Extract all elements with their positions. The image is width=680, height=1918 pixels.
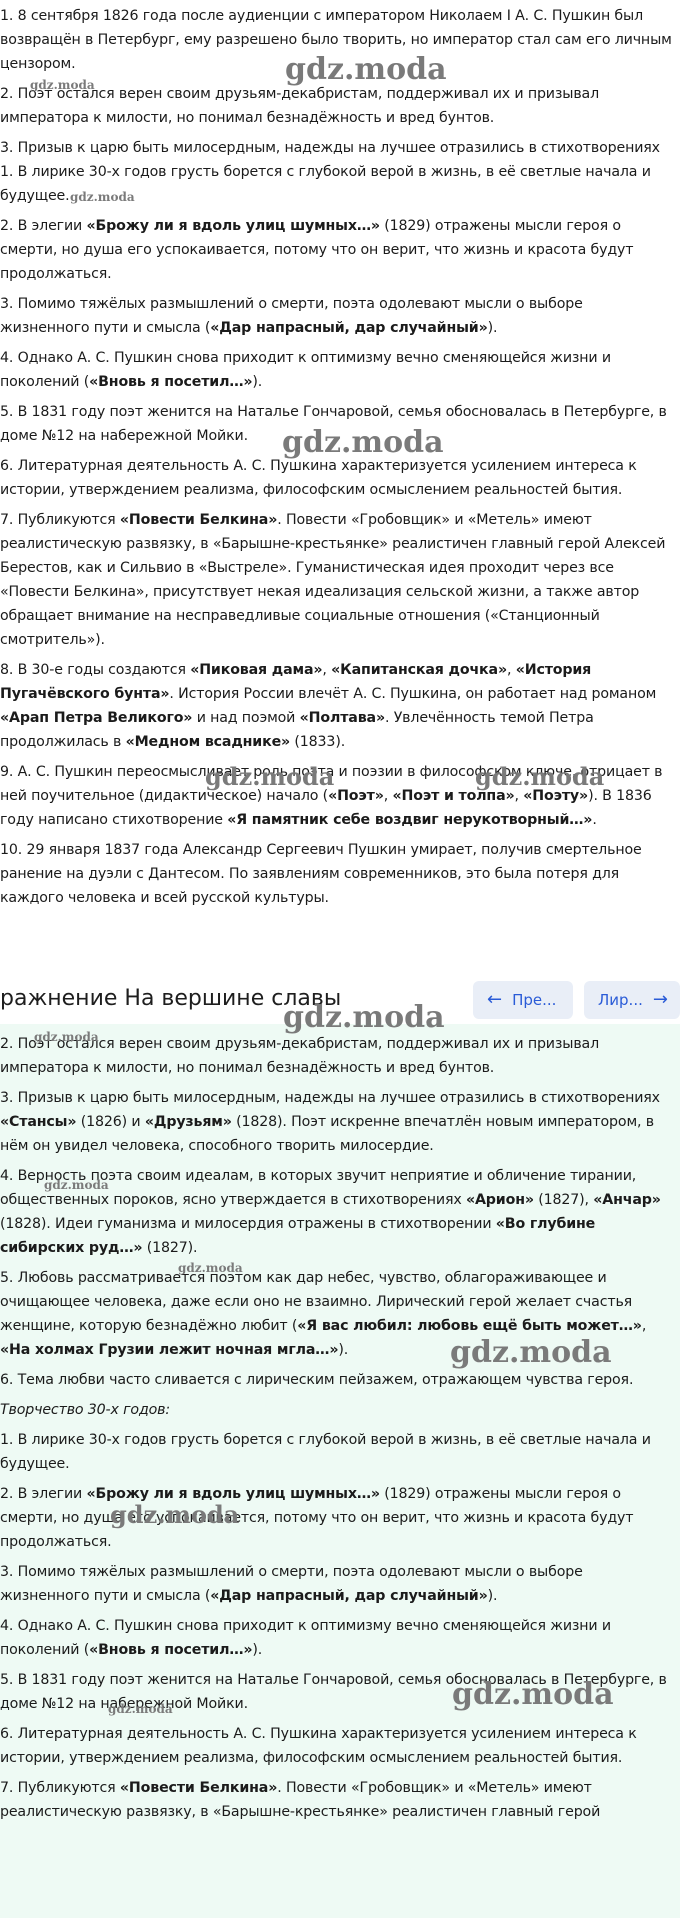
paragraph: 7. Публикуются «Повести Белкина». Повест… [0,1776,680,1824]
text-run: (1833). [290,734,346,750]
work-title: «Брожу ли я вдоль улиц шумных…» [86,218,380,234]
text-run: 3. Призыв к царю быть милосердным, надеж… [0,140,660,204]
paragraph: 3. Помимо тяжёлых размышлений о смерти, … [0,292,680,340]
text-run: Творчество 30-х годов: [0,1402,170,1418]
text-run: ). [487,1588,498,1604]
text-run: 2. В элегии [0,218,87,234]
paragraph: 3. Помимо тяжёлых размышлений о смерти, … [0,1560,680,1608]
paragraph: 4. Однако А. С. Пушкин снова приходит к … [0,346,680,394]
top-text-block: 1. 8 сентября 1826 года после аудиенции … [0,4,680,910]
text-run: 2. Поэт остался верен своим друзьям-дека… [0,1036,599,1076]
text-run: ). [252,1642,263,1658]
paragraph: 2. Поэт остался верен своим друзьям-дека… [0,82,680,130]
paragraph: 7. Публикуются «Повести Белкина». Повест… [0,508,680,652]
exercise-header: ражнение На вершине славы ← Пре... Лир..… [0,978,680,1022]
work-title: «Я вас любил: любовь ещё быть может…» [297,1318,642,1334]
text-run: . [592,812,597,828]
text-run: , [514,788,524,804]
prev-exercise-button[interactable]: ← Пре... [473,981,573,1019]
text-run: (1827), [533,1192,594,1208]
paragraph: 5. Любовь рассматривается поэтом как дар… [0,1266,680,1362]
text-run: ). [338,1342,349,1358]
text-run: , [641,1318,647,1334]
paragraph: 6. Тема любви часто сливается с лирическ… [0,1368,680,1392]
work-title: «Вновь я посетил…» [89,1642,253,1658]
text-run: 6. Тема любви часто сливается с лирическ… [0,1372,634,1388]
text-run: и над поэмой [192,710,300,726]
arrow-right-icon: → [652,989,668,1010]
prev-exercise-label: Пре... [512,991,557,1009]
work-title: «Поэт и толпа» [392,788,515,804]
text-run: 1. В лирике 30-х годов грусть борется с … [0,1432,651,1472]
work-title: «Арион» [465,1192,534,1208]
text-run: 7. Публикуются [0,1780,120,1796]
work-title: «Повести Белкина» [119,512,278,528]
paragraph: 2. Поэт остался верен своим друзьям-дека… [0,1032,680,1080]
paragraph: 2. В элегии «Брожу ли я вдоль улиц шумны… [0,1482,680,1554]
work-title: «Дар напрасный, дар случайный» [210,320,488,336]
work-title: «Брожу ли я вдоль улиц шумных…» [86,1486,380,1502]
text-run: ). [487,320,498,336]
work-title: «Дар напрасный, дар случайный» [210,1588,488,1604]
work-title: «Я памятник себе воздвиг нерукотворный…» [227,812,593,828]
text-run: 3. Призыв к царю быть милосердным, надеж… [0,1090,660,1106]
text-run: 5. В 1831 году поэт женится на Наталье Г… [0,404,667,444]
work-title: «Поэт» [328,788,384,804]
paragraph: 4. Верность поэта своим идеалам, в котор… [0,1164,680,1260]
text-run: . История России влечёт А. С. Пушкина, о… [169,686,657,702]
work-title: «Пиковая дама» [190,662,323,678]
paragraph: 3. Призыв к царю быть милосердным, надеж… [0,1086,680,1158]
work-title: «Арап Петра Великого» [0,710,193,726]
work-title: «Анчар» [593,1192,661,1208]
paragraph: 2. В элегии «Брожу ли я вдоль улиц шумны… [0,214,680,286]
paragraph: 6. Литературная деятельность А. С. Пушки… [0,454,680,502]
text-run: 8. В 30-е годы создаются [0,662,191,678]
work-title: «Вновь я посетил…» [89,374,253,390]
text-run: (1826) и [76,1114,145,1130]
paragraph: 9. А. С. Пушкин переосмысливает роль поэ… [0,760,680,832]
paragraph: Творчество 30-х годов: [0,1398,680,1422]
work-title: «Полтава» [299,710,385,726]
next-exercise-label: Лир... [598,991,643,1009]
work-title: «Друзьям» [144,1114,232,1130]
work-title: «Стансы» [0,1114,77,1130]
text-run: 2. В элегии [0,1486,87,1502]
paragraph: 1. 8 сентября 1826 года после аудиенции … [0,4,680,76]
work-title: «Поэту» [523,788,589,804]
text-run: 7. Публикуются [0,512,120,528]
text-run: , [322,662,332,678]
text-run: ). [252,374,263,390]
work-title: «Повести Белкина» [119,1780,278,1796]
paragraph: 6. Литературная деятельность А. С. Пушки… [0,1722,680,1770]
text-run: 1. 8 сентября 1826 года после аудиенции … [0,8,672,72]
paragraph: 5. В 1831 году поэт женится на Наталье Г… [0,1668,680,1716]
text-run: 6. Литературная деятельность А. С. Пушки… [0,458,637,498]
text-run: 10. 29 января 1837 года Александр Сергее… [0,842,642,906]
next-exercise-button[interactable]: Лир... → [584,981,680,1019]
paragraph: 5. В 1831 году поэт женится на Наталье Г… [0,400,680,448]
text-run: 5. В 1831 году поэт женится на Наталье Г… [0,1672,667,1712]
answer-text-block: 2. Поэт остался верен своим друзьям-дека… [0,1032,680,1824]
text-run: , [506,662,516,678]
text-run: 2. Поэт остался верен своим друзьям-дека… [0,86,599,126]
paragraph: 10. 29 января 1837 года Александр Сергее… [0,838,680,910]
arrow-left-icon: ← [487,989,503,1010]
text-run: . Повести «Гробовщик» и «Метель» имеют р… [0,512,666,648]
paragraph: 4. Однако А. С. Пушкин снова приходит к … [0,1614,680,1662]
exercise-title: ражнение На вершине славы [0,986,342,1011]
answer-panel: 2. Поэт остался верен своим друзьям-дека… [0,1024,680,1918]
work-title: «Капитанская дочка» [331,662,507,678]
paragraph: 8. В 30-е годы создаются «Пиковая дама»,… [0,658,680,754]
text-run: (1827). [142,1240,198,1256]
work-title: «Медном всаднике» [125,734,291,750]
paragraph: 3. Призыв к царю быть милосердным, надеж… [0,136,680,208]
text-run: (1828). Идеи гуманизма и милосердия отра… [0,1216,496,1232]
work-title: «На холмах Грузии лежит ночная мгла…» [0,1342,339,1358]
text-run: 6. Литературная деятельность А. С. Пушки… [0,1726,637,1766]
paragraph: 1. В лирике 30-х годов грусть борется с … [0,1428,680,1476]
